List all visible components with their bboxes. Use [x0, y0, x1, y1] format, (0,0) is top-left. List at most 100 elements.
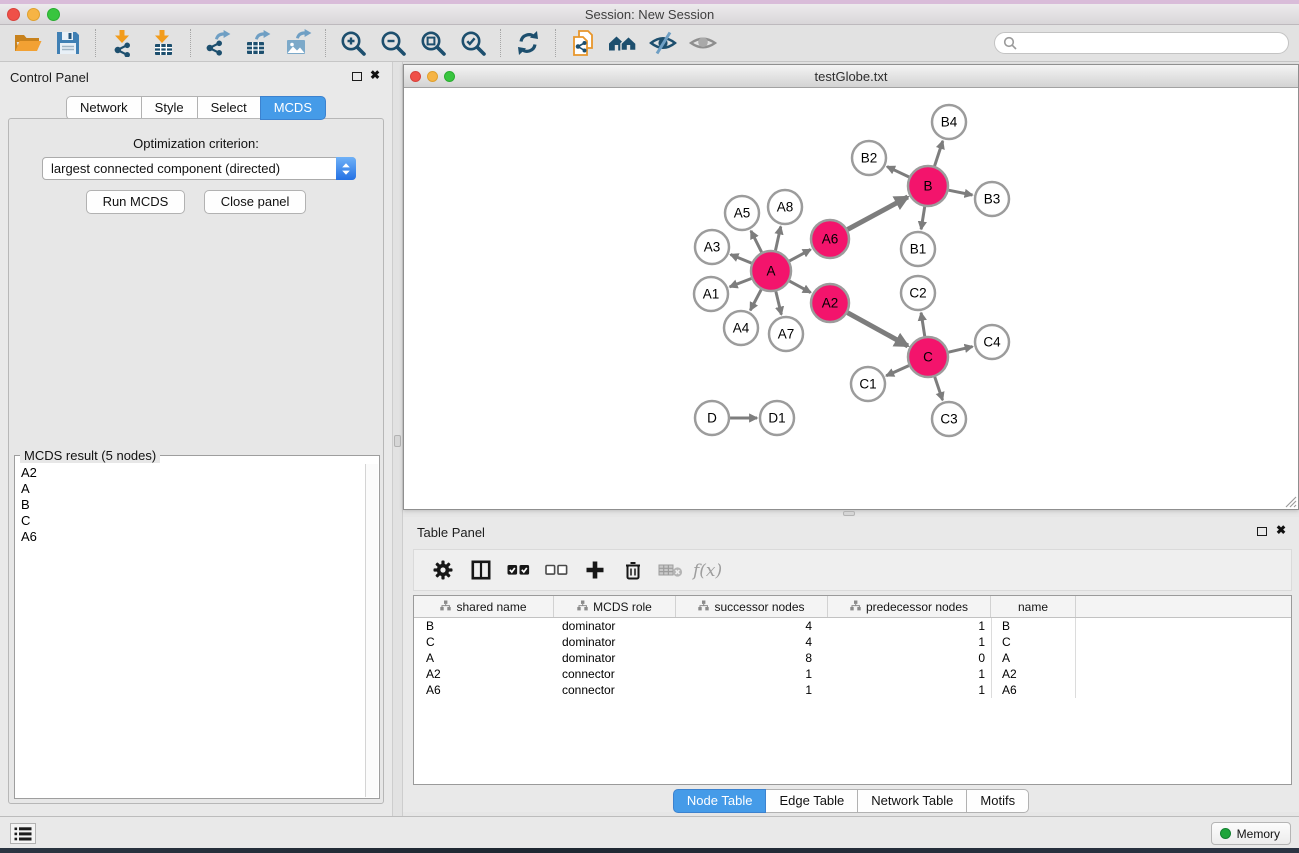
table-row[interactable]: A2connector11A2	[414, 666, 1291, 682]
tab-network[interactable]: Network	[66, 96, 142, 120]
cell-name[interactable]: B	[991, 618, 1076, 634]
cell-MCDS-role[interactable]: connector	[554, 682, 676, 698]
graph-node-A7[interactable]: A7	[769, 317, 803, 351]
graph-node-C4[interactable]: C4	[975, 325, 1009, 359]
graph-node-B4[interactable]: B4	[932, 105, 966, 139]
tab-select[interactable]: Select	[197, 96, 261, 120]
graph-edge-B-B1[interactable]	[921, 207, 925, 230]
graph-edge-A-A1[interactable]	[730, 279, 752, 287]
table-row[interactable]: Adominator80A	[414, 650, 1291, 666]
mcds-result-item[interactable]: A2	[17, 465, 364, 481]
graph-node-A3[interactable]: A3	[695, 230, 729, 264]
tab-edge-table[interactable]: Edge Table	[765, 789, 858, 813]
float-panel-icon[interactable]	[352, 72, 362, 81]
mcds-result-item[interactable]: A6	[17, 529, 364, 545]
network-window-titlebar[interactable]: testGlobe.txt	[404, 65, 1298, 88]
cell-predecessor-nodes[interactable]: 1	[828, 618, 991, 634]
graph-node-A5[interactable]: A5	[725, 196, 759, 230]
graph-edge-A-A8[interactable]	[775, 227, 780, 251]
network-graph[interactable]: AA6A2BCA1A3A4A5A7A8B1B2B3B4C1C2C3C4DD1	[404, 88, 1298, 509]
cell-predecessor-nodes[interactable]: 0	[828, 650, 991, 666]
table-row[interactable]: A6connector11A6	[414, 682, 1291, 698]
graph-edge-C-C2[interactable]	[921, 313, 925, 336]
hide-graphics-details-button[interactable]	[643, 26, 683, 60]
table-mode-gear-button[interactable]	[424, 552, 462, 588]
cell-predecessor-nodes[interactable]: 1	[828, 666, 991, 682]
float-panel-icon[interactable]	[1257, 527, 1267, 536]
graph-edge-A-A2[interactable]	[789, 281, 810, 292]
open-session-button[interactable]	[8, 26, 48, 60]
clone-network-button[interactable]	[563, 26, 603, 60]
node-table[interactable]: shared nameMCDS rolesuccessor nodesprede…	[413, 595, 1292, 785]
vertical-splitter[interactable]	[392, 62, 403, 816]
tab-mcds[interactable]: MCDS	[260, 96, 326, 120]
graph-node-C1[interactable]: C1	[851, 367, 885, 401]
mcds-result-scrollbar[interactable]	[365, 464, 378, 797]
show-columns-button[interactable]	[462, 552, 500, 588]
table-row[interactable]: Bdominator41B	[414, 618, 1291, 634]
close-panel-button[interactable]: Close panel	[204, 190, 307, 214]
mcds-result-list[interactable]: A2ABCA6	[17, 465, 364, 796]
select-all-columns-button[interactable]	[500, 552, 538, 588]
zoom-selected-button[interactable]	[453, 26, 493, 60]
search-input[interactable]	[1022, 36, 1272, 51]
horizontal-splitter[interactable]	[403, 510, 1299, 517]
table-row[interactable]: Cdominator41C	[414, 634, 1291, 650]
cell-successor-nodes[interactable]: 4	[676, 634, 828, 650]
splitter-handle[interactable]	[843, 511, 855, 516]
graph-edge-A-A7[interactable]	[776, 291, 782, 314]
nested-network-view-button[interactable]	[603, 26, 643, 60]
graph-node-B1[interactable]: B1	[901, 232, 935, 266]
show-graphics-details-button[interactable]	[683, 26, 723, 60]
graph-node-B3[interactable]: B3	[975, 182, 1009, 216]
zoom-out-button[interactable]	[373, 26, 413, 60]
column-header-shared-name[interactable]: shared name	[414, 596, 554, 617]
graph-node-C2[interactable]: C2	[901, 276, 935, 310]
graph-node-C3[interactable]: C3	[932, 402, 966, 436]
cell-successor-nodes[interactable]: 8	[676, 650, 828, 666]
graph-edge-A2-C[interactable]	[848, 313, 908, 346]
column-header-MCDS-role[interactable]: MCDS role	[554, 596, 676, 617]
cell-shared-name[interactable]: B	[414, 618, 554, 634]
mcds-result-item[interactable]: B	[17, 497, 364, 513]
export-network-button[interactable]	[198, 26, 238, 60]
refresh-view-button[interactable]	[508, 26, 548, 60]
criterion-dropdown[interactable]: largest connected component (directed)	[42, 157, 356, 180]
zoom-fit-button[interactable]	[413, 26, 453, 60]
graph-edge-C-C1[interactable]	[886, 366, 909, 376]
cell-MCDS-role[interactable]: dominator	[554, 618, 676, 634]
tab-node-table[interactable]: Node Table	[673, 789, 767, 813]
delete-columns-button[interactable]	[614, 552, 652, 588]
network-graph-canvas[interactable]: AA6A2BCA1A3A4A5A7A8B1B2B3B4C1C2C3C4DD1	[404, 88, 1298, 509]
graph-edge-C-C3[interactable]	[935, 377, 943, 400]
graph-edge-A-A5[interactable]	[751, 231, 762, 252]
graph-node-A1[interactable]: A1	[694, 277, 728, 311]
graph-edge-A-A4[interactable]	[750, 290, 761, 311]
export-table-button[interactable]	[238, 26, 278, 60]
graph-edge-A6-B[interactable]	[848, 197, 908, 230]
create-new-column-button[interactable]	[576, 552, 614, 588]
tab-style[interactable]: Style	[141, 96, 198, 120]
graph-node-D1[interactable]: D1	[760, 401, 794, 435]
tab-network-table[interactable]: Network Table	[857, 789, 967, 813]
mcds-result-item[interactable]: A	[17, 481, 364, 497]
run-mcds-button[interactable]: Run MCDS	[86, 190, 186, 214]
cell-name[interactable]: C	[991, 634, 1076, 650]
unselect-all-columns-button[interactable]	[538, 552, 576, 588]
graph-node-B[interactable]: B	[908, 166, 948, 206]
cell-successor-nodes[interactable]: 1	[676, 682, 828, 698]
cell-shared-name[interactable]: C	[414, 634, 554, 650]
column-header-successor-nodes[interactable]: successor nodes	[676, 596, 828, 617]
zoom-in-button[interactable]	[333, 26, 373, 60]
cell-name[interactable]: A2	[991, 666, 1076, 682]
save-session-button[interactable]	[48, 26, 88, 60]
tab-motifs[interactable]: Motifs	[966, 789, 1029, 813]
graph-edge-B-B4[interactable]	[935, 141, 943, 166]
mcds-result-item[interactable]: C	[17, 513, 364, 529]
graph-node-D[interactable]: D	[695, 401, 729, 435]
task-history-button[interactable]	[10, 823, 36, 844]
splitter-handle[interactable]	[394, 435, 401, 447]
graph-node-A[interactable]: A	[751, 251, 791, 291]
export-image-button[interactable]	[278, 26, 318, 60]
import-table-button[interactable]	[143, 26, 183, 60]
